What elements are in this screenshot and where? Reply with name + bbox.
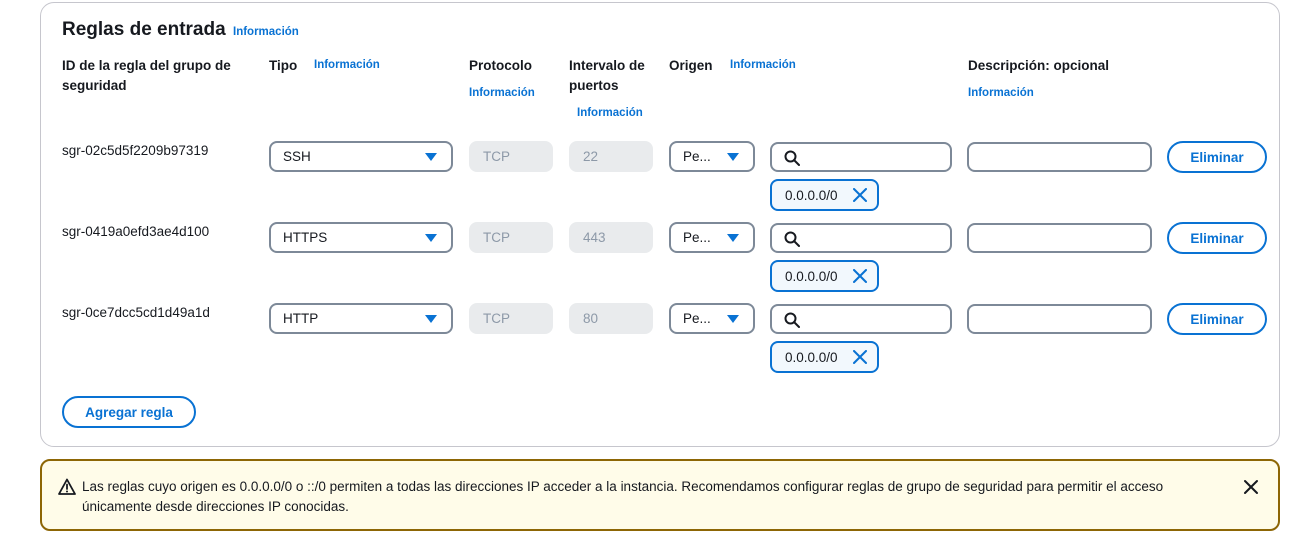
title-info-link[interactable]: Información — [233, 26, 299, 38]
type-info-link[interactable]: Información — [314, 59, 380, 71]
source-search-input[interactable] — [770, 304, 952, 334]
port-range-field: 443 — [569, 222, 653, 253]
delete-rule-button[interactable]: Eliminar — [1167, 222, 1267, 254]
cidr-token: 0.0.0.0/0 — [770, 179, 879, 211]
rule-row: sgr-0419a0efd3ae4d100 HTTPS TCP 443 Pe..… — [41, 220, 1279, 296]
port-range-value: 443 — [583, 230, 606, 245]
rule-id: sgr-02c5d5f2209b97319 — [62, 143, 209, 158]
rule-id: sgr-0ce7dcc5cd1d49a1d — [62, 305, 210, 320]
alert-message: Las reglas cuyo origen es 0.0.0.0/0 o ::… — [82, 479, 1164, 514]
protocol-value: TCP — [483, 230, 510, 245]
source-type-select[interactable]: Pe... — [669, 222, 755, 253]
caret-down-icon — [727, 153, 739, 161]
cidr-token: 0.0.0.0/0 — [770, 341, 879, 373]
cidr-token-label: 0.0.0.0/0 — [785, 187, 838, 203]
search-icon — [784, 150, 800, 166]
port-range-field: 22 — [569, 141, 653, 172]
description-input[interactable] — [967, 304, 1152, 334]
protocol-field: TCP — [469, 222, 553, 253]
column-header-type: Tipo — [269, 58, 298, 73]
type-select-value: HTTP — [283, 311, 319, 326]
close-icon[interactable] — [1243, 479, 1259, 495]
delete-rule-button[interactable]: Eliminar — [1167, 303, 1267, 335]
port-range-field: 80 — [569, 303, 653, 334]
cidr-token: 0.0.0.0/0 — [770, 260, 879, 292]
rule-row: sgr-0ce7dcc5cd1d49a1d HTTP TCP 80 Pe... … — [41, 301, 1279, 377]
description-input[interactable] — [967, 223, 1152, 253]
warning-alert: Las reglas cuyo origen es 0.0.0.0/0 o ::… — [40, 459, 1280, 531]
column-header-source: Origen — [669, 58, 713, 73]
cidr-token-label: 0.0.0.0/0 — [785, 349, 838, 365]
source-type-value: Pe... — [683, 311, 711, 326]
panel-title: Reglas de entrada — [62, 19, 226, 40]
caret-down-icon — [425, 234, 437, 242]
inbound-rules-panel: Reglas de entrada Información ID de la r… — [40, 2, 1280, 447]
remove-token-icon[interactable] — [853, 269, 867, 283]
type-select[interactable]: SSH — [269, 141, 453, 172]
port-range-info-link[interactable]: Información — [577, 107, 643, 119]
search-icon — [784, 312, 800, 328]
protocol-field: TCP — [469, 141, 553, 172]
rule-row: sgr-02c5d5f2209b97319 SSH TCP 22 Pe... 0… — [41, 139, 1279, 215]
delete-rule-button[interactable]: Eliminar — [1167, 141, 1267, 173]
source-type-select[interactable]: Pe... — [669, 303, 755, 334]
type-select-value: HTTPS — [283, 230, 328, 245]
protocol-info-link[interactable]: Información — [469, 87, 535, 99]
type-select[interactable]: HTTP — [269, 303, 453, 334]
add-rule-button[interactable]: Agregar regla — [62, 396, 196, 428]
source-search-input[interactable] — [770, 142, 952, 172]
port-range-value: 22 — [583, 149, 599, 164]
cidr-token-label: 0.0.0.0/0 — [785, 268, 838, 284]
caret-down-icon — [727, 234, 739, 242]
protocol-value: TCP — [483, 149, 510, 164]
search-icon — [784, 231, 800, 247]
source-search-input[interactable] — [770, 223, 952, 253]
source-type-select[interactable]: Pe... — [669, 141, 755, 172]
caret-down-icon — [425, 315, 437, 323]
description-info-link[interactable]: Información — [968, 87, 1034, 99]
column-header-description: Descripción: opcional — [968, 58, 1110, 73]
remove-token-icon[interactable] — [853, 350, 867, 364]
rule-id: sgr-0419a0efd3ae4d100 — [62, 224, 210, 239]
source-type-value: Pe... — [683, 230, 711, 245]
column-header-port-range: Intervalo de puertos — [569, 58, 645, 93]
type-select[interactable]: HTTPS — [269, 222, 453, 253]
protocol-value: TCP — [483, 311, 510, 326]
warning-icon — [58, 478, 76, 495]
port-range-value: 80 — [583, 311, 599, 326]
source-info-link[interactable]: Información — [730, 59, 796, 71]
caret-down-icon — [727, 315, 739, 323]
column-header-protocol: Protocolo — [469, 58, 532, 73]
type-select-value: SSH — [283, 149, 311, 164]
description-input[interactable] — [967, 142, 1152, 172]
column-header-rule-id: ID de la regla del grupo de seguridad — [62, 58, 231, 93]
source-type-value: Pe... — [683, 149, 711, 164]
caret-down-icon — [425, 153, 437, 161]
remove-token-icon[interactable] — [853, 188, 867, 202]
protocol-field: TCP — [469, 303, 553, 334]
